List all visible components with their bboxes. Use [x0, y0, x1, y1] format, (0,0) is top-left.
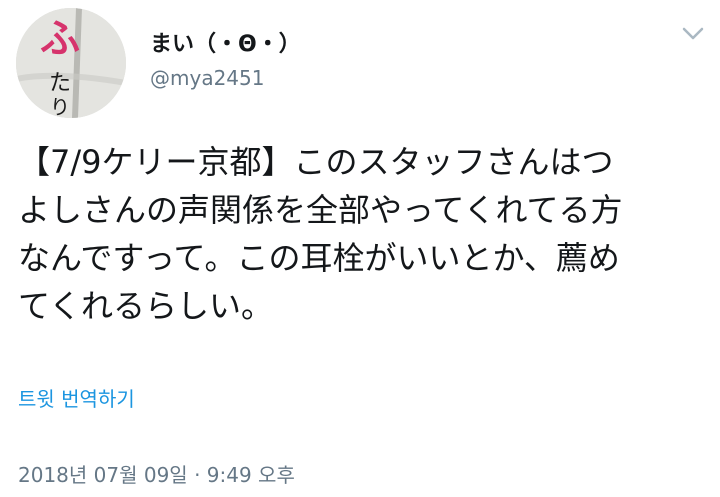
- avatar[interactable]: ふ た り: [16, 8, 126, 118]
- tweet-text: 【7/9ケリー京都】このスタッフさんはつ よしさんの声関係を全部やってくれてる方…: [18, 143, 623, 325]
- translate-tweet-link[interactable]: 트윗 번역하기: [18, 383, 135, 412]
- user-handle[interactable]: @mya2451: [150, 66, 264, 90]
- avatar-char-1: ふ: [40, 16, 80, 62]
- avatar-photo: ふ た り: [16, 8, 126, 118]
- chevron-down-icon[interactable]: [682, 26, 704, 42]
- avatar-char-3: り: [50, 95, 70, 118]
- tweet-timestamp[interactable]: 2018년 07월 09일 · 9:49 오후: [18, 459, 295, 488]
- display-name[interactable]: まい（・Θ・）: [150, 26, 301, 58]
- avatar-char-2: た: [49, 71, 71, 96]
